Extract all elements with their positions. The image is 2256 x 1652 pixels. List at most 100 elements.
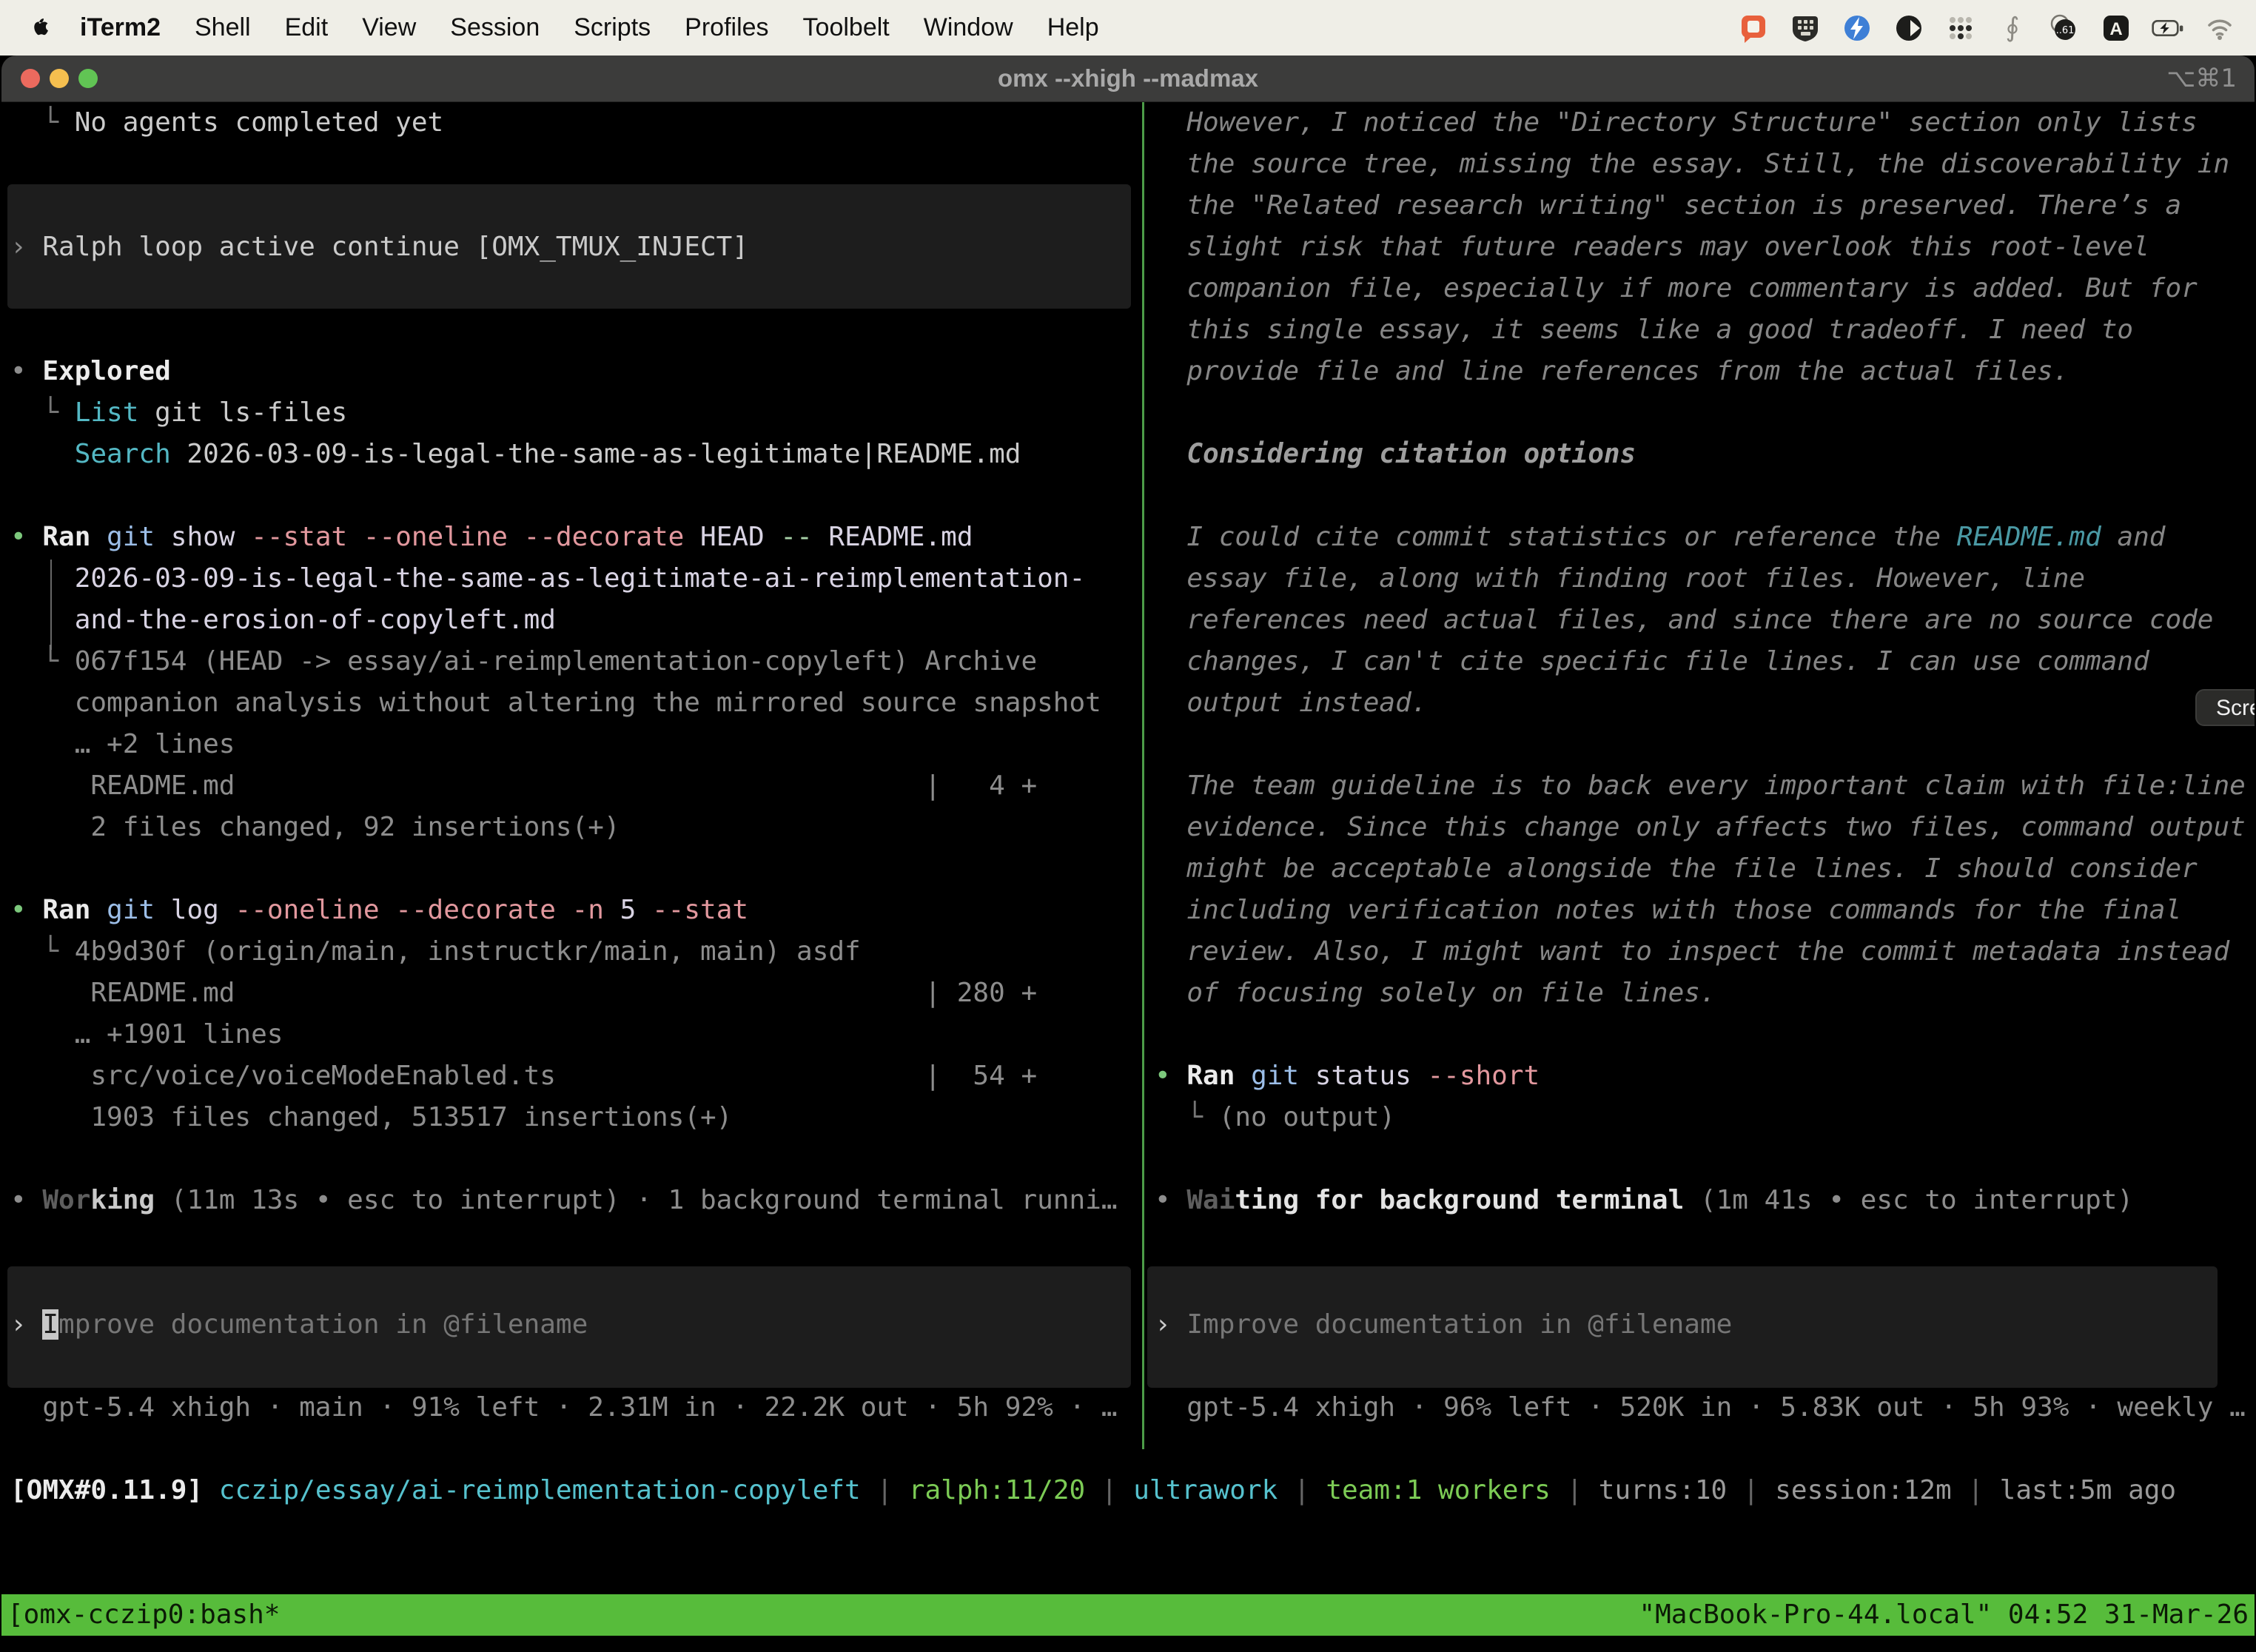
menu-item-session[interactable]: Session bbox=[450, 13, 540, 42]
text-segment: slight risk that future readers may over… bbox=[1155, 232, 2149, 262]
text-segment: show bbox=[171, 522, 251, 552]
text-segment: king bbox=[90, 1185, 155, 1215]
text-segment: Ran bbox=[42, 895, 107, 925]
text-segment: └ bbox=[10, 936, 75, 967]
input-source-icon[interactable]: A bbox=[2099, 11, 2133, 45]
text-segment: [OMX#0.11.9] bbox=[10, 1475, 203, 1505]
menu-item-window[interactable]: Window bbox=[924, 13, 1013, 42]
camera-circle-icon[interactable] bbox=[1892, 11, 1926, 45]
terminal-line: › Ralph loop active continue [OMX_TMUX_I… bbox=[10, 226, 748, 268]
terminal-line: └ List git ls-files bbox=[10, 392, 347, 434]
terminal-line: › Improve documentation in @filename bbox=[10, 1304, 588, 1346]
menu-item-help[interactable]: Help bbox=[1047, 13, 1099, 42]
text-segment: including verification notes with those … bbox=[1155, 895, 2181, 925]
text-segment: | bbox=[1952, 1475, 2000, 1505]
text-segment: List bbox=[75, 397, 139, 428]
tmux-status-bar: [omx-cczip0:bash* "MacBook-Pro-44.local"… bbox=[1, 1594, 2255, 1636]
terminal-line: of focusing solely on file lines. bbox=[1155, 973, 1716, 1014]
text-segment: (1m 41s • esc to interrupt) bbox=[1684, 1185, 2133, 1215]
terminal-line: Considering citation options bbox=[1155, 434, 1636, 475]
text-segment: essay file, along with finding root file… bbox=[1155, 563, 2085, 594]
text-segment: log bbox=[171, 895, 235, 925]
text-segment: 5 bbox=[620, 895, 652, 925]
menu-item-toolbelt[interactable]: Toolbelt bbox=[803, 13, 890, 42]
text-segment: › bbox=[10, 232, 42, 262]
text-segment: • bbox=[1155, 1185, 1186, 1215]
text-segment: --short bbox=[1427, 1061, 1540, 1091]
terminal-line: companion analysis without altering the … bbox=[10, 682, 1101, 724]
wifi-icon[interactable] bbox=[2203, 11, 2237, 45]
text-segment: 067f154 (HEAD -> essay/ai-reimplementati… bbox=[75, 646, 1037, 676]
text-segment: HEAD bbox=[700, 522, 780, 552]
window-shortcut-badge: ⌥⌘1 bbox=[2166, 56, 2237, 101]
terminal-content: └ No agents completed yet › Ralph loop ac… bbox=[1, 102, 2255, 1652]
menu-item-shell[interactable]: Shell bbox=[195, 13, 251, 42]
battery-percent-badge-icon[interactable]: ..61 bbox=[2047, 11, 2081, 45]
terminal-line: and-the-erosion-of-copyleft.md bbox=[10, 600, 556, 641]
text-segment bbox=[203, 1475, 219, 1505]
svg-text:A: A bbox=[2109, 19, 2122, 39]
text-segment: Improve documentation in @filename bbox=[1186, 1309, 1732, 1340]
text-segment: ralph:11/20 bbox=[909, 1475, 1085, 1505]
terminal-line: 2 files changed, 92 insertions(+) bbox=[10, 807, 620, 848]
menu-item-view[interactable]: View bbox=[362, 13, 416, 42]
text-segment: cczip/essay/ai-reimplementation-copyleft bbox=[219, 1475, 861, 1505]
keypad-shield-icon[interactable] bbox=[1788, 11, 1822, 45]
apple-logo-icon bbox=[27, 16, 50, 40]
terminal-line: • Ran git status --short bbox=[1155, 1055, 1540, 1097]
terminal-line: [OMX#0.11.9] cczip/essay/ai-reimplementa… bbox=[10, 1470, 2176, 1511]
text-segment: | bbox=[1278, 1475, 1326, 1505]
text-segment: | bbox=[861, 1475, 909, 1505]
terminal-line: I could cite commit statistics or refere… bbox=[1155, 517, 2165, 558]
terminal-window: omx --xhigh --madmax ⌥⌘1 └ No agents com… bbox=[1, 56, 2255, 1652]
screen-mirroring-icon[interactable] bbox=[1736, 11, 1770, 45]
terminal-line: 2026-03-09-is-legal-the-same-as-legitima… bbox=[10, 558, 1085, 600]
text-segment: ultrawork bbox=[1133, 1475, 1278, 1505]
terminal-line: essay file, along with finding root file… bbox=[1155, 558, 2085, 600]
text-segment: review. Also, I might want to inspect th… bbox=[1155, 936, 2229, 967]
text-segment: • bbox=[10, 522, 42, 552]
screen: iTerm2 Shell Edit View Session Scripts Profile… bbox=[0, 0, 2256, 1652]
text-segment: • bbox=[10, 1185, 42, 1215]
text-segment: Considering citation options bbox=[1155, 439, 1636, 469]
apple-menu-icon[interactable] bbox=[27, 16, 50, 40]
terminal-line: changes, I can't cite specific file line… bbox=[1155, 641, 2149, 682]
menu-item-profiles[interactable]: Profiles bbox=[685, 13, 768, 42]
window-titlebar[interactable]: omx --xhigh --madmax ⌥⌘1 bbox=[1, 56, 2255, 102]
menu-item-edit[interactable]: Edit bbox=[285, 13, 329, 42]
pane-divider[interactable] bbox=[1142, 102, 1144, 1449]
right-pane[interactable]: However, I noticed the "Directory Struct… bbox=[1146, 102, 2255, 1442]
hook-icon[interactable]: ∮ bbox=[1995, 11, 2030, 45]
terminal-line: references need actual files, and since … bbox=[1155, 600, 2213, 641]
text-segment: changes, I can't cite specific file line… bbox=[1155, 646, 2149, 676]
text-segment: └ bbox=[10, 107, 75, 138]
terminal-line: gpt-5.4 xhigh · 96% left · 520K in · 5.8… bbox=[1155, 1387, 2246, 1428]
terminal-line: However, I noticed the "Directory Struct… bbox=[1155, 102, 2198, 144]
menu-item-iterm2[interactable]: iTerm2 bbox=[80, 13, 161, 42]
left-pane[interactable]: └ No agents completed yet › Ralph loop ac… bbox=[1, 102, 1141, 1442]
terminal-line: README.md | 4 + bbox=[10, 765, 1037, 807]
terminal-line: this single essay, it seems like a good … bbox=[1155, 309, 2133, 351]
text-segment: ting for background terminal bbox=[1235, 1185, 1684, 1215]
text-segment: provide file and line references from th… bbox=[1155, 356, 2069, 386]
terminal-line: the "Related research writing" section i… bbox=[1155, 185, 2181, 226]
menu-status-icons: ∮ ..61 A bbox=[1736, 11, 2237, 45]
screen-overlay-badge: Scre bbox=[2195, 689, 2255, 726]
menu-item-scripts[interactable]: Scripts bbox=[574, 13, 651, 42]
text-segment: … +2 lines bbox=[10, 729, 235, 759]
text-segment: 2 files changed, 92 insertions(+) bbox=[10, 812, 620, 842]
text-segment: └ bbox=[10, 397, 75, 428]
text-segment: output instead. bbox=[1155, 688, 1427, 718]
text-segment: gpt-5.4 xhigh · main · 91% left · 2.31M … bbox=[10, 1392, 1118, 1423]
battery-charging-icon[interactable] bbox=[2151, 11, 2185, 45]
text-segment: evidence. Since this change only affects… bbox=[1155, 812, 2246, 842]
dots-grid-icon[interactable] bbox=[1944, 11, 1978, 45]
text-segment: No agents completed yet bbox=[75, 107, 444, 138]
terminal-line: • Ran git log --oneline --decorate -n 5 … bbox=[10, 890, 748, 931]
text-segment: › bbox=[1155, 1309, 1186, 1340]
text-segment: Wor bbox=[42, 1185, 90, 1215]
text-segment: git bbox=[107, 522, 171, 552]
bolt-circle-icon[interactable] bbox=[1840, 11, 1874, 45]
text-segment bbox=[10, 439, 75, 469]
terminal-line: evidence. Since this change only affects… bbox=[1155, 807, 2246, 848]
